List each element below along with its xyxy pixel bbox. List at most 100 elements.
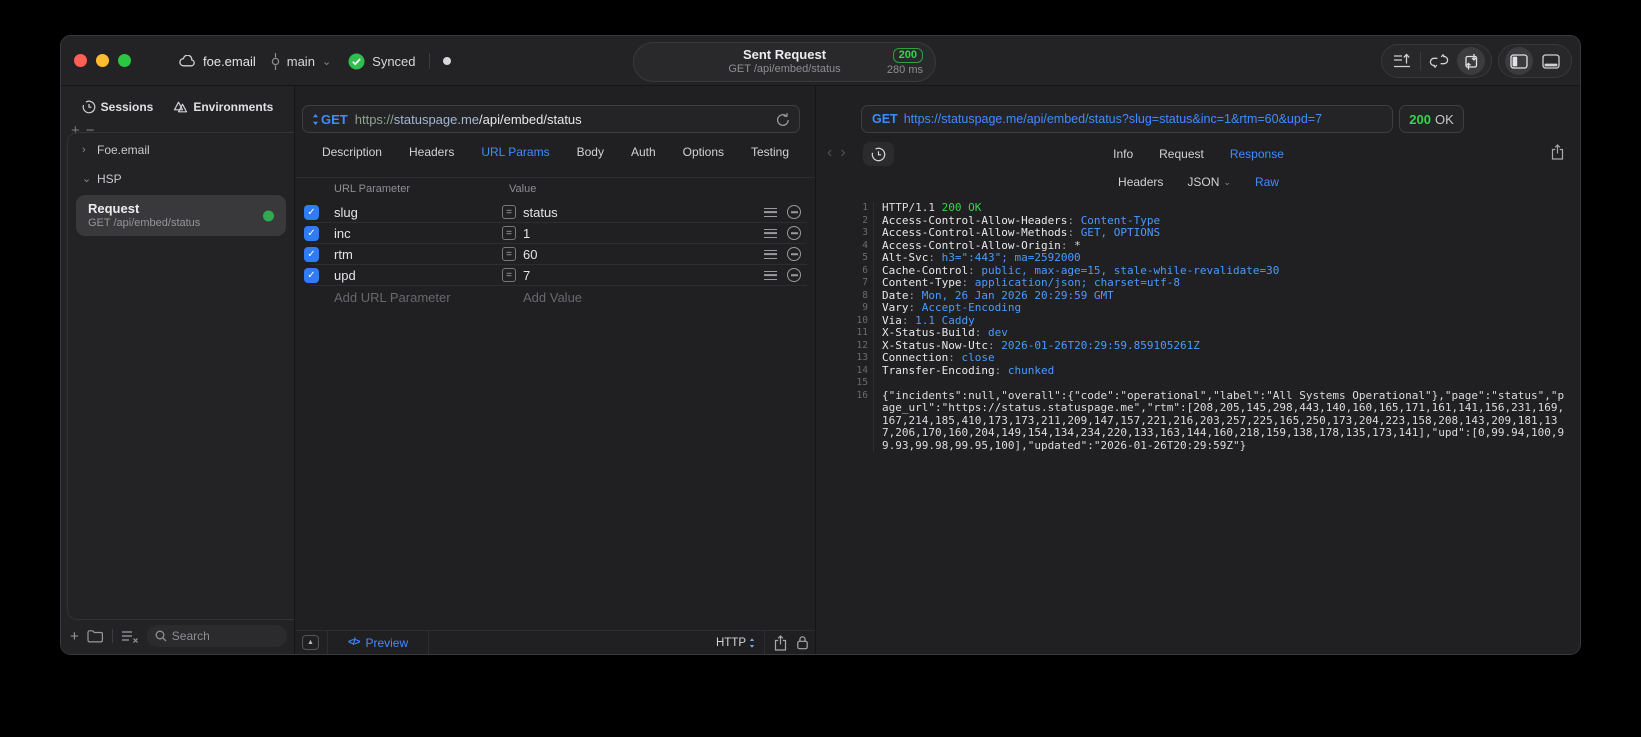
- request-tab-description[interactable]: Description: [322, 145, 382, 159]
- param-checkbox[interactable]: ✓: [304, 267, 319, 283]
- equals-icon: =: [502, 205, 516, 219]
- sort-export-button[interactable]: [1388, 47, 1416, 75]
- request-list-item-selected[interactable]: Request GET /api/embed/status: [76, 195, 286, 236]
- traffic-lights: [74, 54, 131, 67]
- request-item-subtitle: GET /api/embed/status: [88, 217, 201, 229]
- request-tab-body[interactable]: Body: [577, 145, 604, 159]
- sync-status-label: Synced: [372, 53, 416, 69]
- new-request-button[interactable]: +: [70, 628, 79, 645]
- sidebar-search[interactable]: [146, 625, 287, 647]
- drag-handle-icon[interactable]: [764, 249, 777, 259]
- remove-param-icon[interactable]: [787, 247, 801, 261]
- remove-param-icon[interactable]: [787, 205, 801, 219]
- line-number: 14: [856, 364, 868, 376]
- export-response-icon[interactable]: [1551, 144, 1564, 160]
- param-checkbox[interactable]: ✓: [304, 225, 319, 241]
- search-input[interactable]: [171, 629, 279, 643]
- line-number: 11: [856, 327, 868, 338]
- environments-icon: [173, 100, 188, 114]
- tree-item-label: Foe.email: [97, 142, 150, 157]
- param-checkbox[interactable]: ✓: [304, 246, 319, 262]
- tab-environments[interactable]: Environments: [173, 100, 273, 114]
- param-name-field[interactable]: rtm: [334, 247, 353, 262]
- tree-item-foe-email[interactable]: › Foe.email: [68, 137, 294, 162]
- chevron-right-icon[interactable]: ›: [82, 144, 90, 156]
- history-forward-button[interactable]: ›: [840, 144, 853, 161]
- request-editor-tabs: Description Headers URL Params Body Auth Opti…: [296, 145, 815, 159]
- param-value-field[interactable]: status: [523, 205, 558, 220]
- close-window-button[interactable]: [74, 54, 87, 67]
- response-raw-view[interactable]: 1 HTTP/1.1 200 OK 2 Access-Control-Allow-He…: [817, 202, 1580, 654]
- param-name-field[interactable]: inc: [334, 226, 351, 241]
- branch-name[interactable]: main: [287, 54, 315, 69]
- response-panel: GET https://statuspage.me/api/embed/stat…: [817, 86, 1580, 654]
- toggle-sidebar-button[interactable]: [1505, 47, 1533, 75]
- sent-request-url[interactable]: GET https://statuspage.me/api/embed/stat…: [861, 105, 1393, 133]
- activity-pill[interactable]: Sent Request GET /api/embed/status 200 2…: [633, 42, 936, 82]
- add-value-button[interactable]: Add Value: [523, 290, 582, 305]
- filter-list-icon[interactable]: [121, 630, 139, 643]
- bottom-bar-divider2: [428, 631, 430, 654]
- response-tab-response[interactable]: Response: [1230, 147, 1284, 161]
- param-name-field[interactable]: slug: [334, 205, 358, 220]
- synced-check-icon: [348, 53, 365, 70]
- drag-handle-icon[interactable]: [764, 207, 777, 217]
- url-host: statuspage.me: [393, 111, 480, 127]
- preview-button[interactable]: </> Preview: [336, 636, 420, 650]
- add-url-parameter-button[interactable]: Add URL Parameter: [334, 290, 451, 305]
- method-selector[interactable]: GET: [312, 112, 348, 127]
- collapse-panel-button[interactable]: ▲: [302, 635, 319, 650]
- new-folder-icon[interactable]: [87, 629, 104, 643]
- tree-item-hsp[interactable]: ⌄ HSP: [68, 166, 294, 191]
- lock-icon[interactable]: [796, 635, 809, 650]
- branch-chevron-icon[interactable]: ⌄: [322, 55, 331, 68]
- protocol-selector[interactable]: HTTP: [716, 637, 755, 649]
- request-url-field[interactable]: GET https://statuspage.me/api/embed/stat…: [302, 105, 800, 133]
- line-number: 9: [862, 302, 868, 313]
- remove-param-icon[interactable]: [787, 268, 801, 282]
- param-checkbox[interactable]: ✓: [304, 204, 319, 220]
- minimize-window-button[interactable]: [96, 54, 109, 67]
- import-export-button[interactable]: [1457, 47, 1485, 75]
- request-tab-testing[interactable]: Testing: [751, 145, 789, 159]
- chevron-down-icon[interactable]: ⌄: [82, 172, 91, 185]
- resend-request-icon[interactable]: [776, 112, 790, 127]
- equals-icon: =: [502, 268, 516, 282]
- request-tab-options[interactable]: Options: [683, 145, 724, 159]
- response-status-box: 200 OK: [1399, 105, 1464, 133]
- share-icon[interactable]: [774, 634, 787, 651]
- response-subtab-json[interactable]: JSON ⌄: [1187, 175, 1231, 189]
- bottom-bar-divider: [327, 631, 328, 654]
- zoom-window-button[interactable]: [118, 54, 131, 67]
- request-duration: 280 ms: [886, 64, 923, 76]
- param-value-field[interactable]: 60: [523, 247, 537, 262]
- request-tab-auth[interactable]: Auth: [631, 145, 656, 159]
- activity-title: Sent Request: [742, 47, 827, 62]
- request-tab-headers[interactable]: Headers: [409, 145, 454, 159]
- tab-sessions-label: Sessions: [100, 100, 154, 114]
- response-subtab-headers[interactable]: Headers: [1118, 175, 1163, 189]
- project-name[interactable]: foe.email: [203, 54, 256, 69]
- line-number: 16: [856, 389, 868, 401]
- param-value-field[interactable]: 7: [523, 268, 530, 283]
- drag-handle-icon[interactable]: [764, 228, 777, 238]
- sidebar: Sessions Environments +− › Foe.email ⌄ H…: [61, 86, 295, 654]
- popup-arrows-icon: [313, 113, 318, 125]
- response-subtab-raw[interactable]: Raw: [1255, 175, 1279, 189]
- history-back-button[interactable]: ‹: [827, 144, 840, 161]
- response-tab-info[interactable]: Info: [1113, 147, 1133, 161]
- line-number: 3: [862, 227, 868, 238]
- tab-sessions[interactable]: Sessions: [82, 100, 154, 114]
- response-tab-request[interactable]: Request: [1159, 147, 1204, 161]
- remove-param-icon[interactable]: [787, 226, 801, 240]
- sync-branch-icon[interactable]: [1425, 47, 1453, 75]
- history-button[interactable]: [863, 142, 894, 166]
- drag-handle-icon[interactable]: [764, 270, 777, 280]
- session-tree-panel: › Foe.email ⌄ HSP Request GET /api/embed…: [67, 132, 294, 620]
- param-value-field[interactable]: 1: [523, 226, 530, 241]
- request-tab-url-params[interactable]: URL Params: [481, 145, 549, 159]
- line-number: 15: [856, 377, 868, 388]
- toggle-bottom-panel-button[interactable]: [1537, 47, 1565, 75]
- param-name-field[interactable]: upd: [334, 268, 356, 283]
- response-status-code: 200: [1409, 111, 1431, 127]
